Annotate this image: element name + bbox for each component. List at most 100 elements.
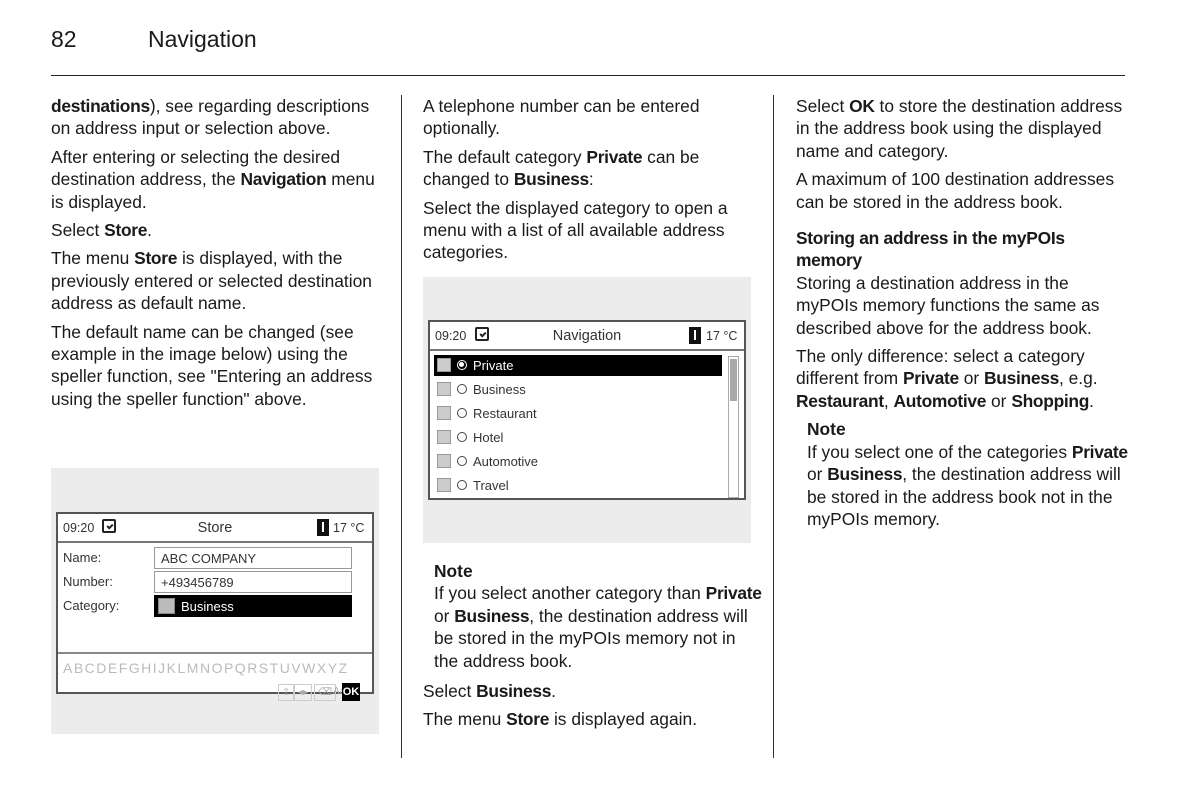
status-bar: 09:20 Store 17 °C bbox=[58, 514, 372, 543]
paragraph: Select Business. bbox=[423, 680, 763, 702]
radio-button-icon[interactable] bbox=[457, 408, 467, 418]
bold-term: Automotive bbox=[893, 390, 987, 411]
text: , e.g. bbox=[1058, 368, 1098, 389]
bold-term: Store bbox=[104, 220, 148, 241]
column-divider-2 bbox=[773, 95, 774, 758]
thermometer-icon bbox=[689, 327, 701, 344]
bold-term: Private bbox=[902, 368, 959, 389]
paragraph: Storing a destination address in the myP… bbox=[796, 272, 1100, 338]
radio-button-icon[interactable] bbox=[457, 456, 467, 466]
shift-key[interactable]: ⇧ bbox=[278, 684, 295, 701]
bold-term: Store bbox=[134, 248, 178, 269]
category-item-business[interactable]: Business bbox=[434, 379, 722, 400]
text: The menu bbox=[423, 709, 507, 730]
name-field-row: Name: ABC COMPANY bbox=[63, 547, 363, 569]
name-input[interactable]: ABC COMPANY bbox=[154, 547, 352, 569]
speller-alphabet[interactable]: ABCDEFGHIJKLMNOPQRSTUVWXYZ bbox=[63, 660, 349, 676]
bold-term: Business bbox=[476, 681, 552, 702]
radio-button-icon[interactable] bbox=[457, 360, 467, 370]
paragraph: Select the displayed category to open a … bbox=[423, 197, 728, 263]
category-field-row: Category: Business bbox=[63, 595, 363, 617]
paragraph: The menu Store is displayed again. bbox=[423, 708, 763, 730]
cursor-keys[interactable]: ◂▸ bbox=[294, 684, 313, 701]
category-select[interactable]: Business bbox=[154, 595, 352, 617]
bold-term: Store bbox=[506, 709, 550, 730]
text: The menu bbox=[51, 248, 135, 269]
bold-term: Business bbox=[984, 368, 1059, 389]
hotel-category-icon bbox=[437, 430, 451, 444]
paragraph: Select Store. bbox=[51, 219, 386, 241]
name-label: Name: bbox=[63, 550, 102, 565]
thermometer-icon bbox=[317, 519, 329, 536]
text: If you select another category than bbox=[434, 583, 706, 604]
column-2-lower: Note If you select another category than… bbox=[423, 560, 763, 737]
automotive-category-icon bbox=[437, 454, 451, 468]
category-label: Restaurant bbox=[473, 406, 537, 421]
number-field-row: Number: +493456789 bbox=[63, 571, 363, 593]
note-block: Note If you select another category than… bbox=[434, 560, 763, 672]
paragraph: A maximum of 100 destination addresses c… bbox=[796, 169, 1115, 212]
bold-term: Business bbox=[827, 464, 903, 485]
column-2: A telephone number can be entered option… bbox=[423, 95, 763, 270]
paragraph: Select OK to store the destination addre… bbox=[796, 95, 1131, 162]
text: . bbox=[1089, 390, 1094, 411]
status-bar: 09:20 Navigation 17 °C bbox=[430, 322, 744, 351]
header-rule bbox=[51, 75, 1125, 76]
scroll-thumb[interactable] bbox=[730, 359, 737, 401]
paragraph: After entering or selecting the desired … bbox=[51, 146, 386, 213]
paragraph: The default name can be changed (see exa… bbox=[51, 321, 373, 409]
note-title: Note bbox=[807, 419, 846, 440]
category-label: Automotive bbox=[473, 454, 539, 469]
bold-term: Business bbox=[454, 605, 530, 626]
column-3: Select OK to store the destination addre… bbox=[796, 95, 1131, 538]
text: Select bbox=[51, 220, 105, 241]
category-item-restaurant[interactable]: Restaurant bbox=[434, 403, 722, 424]
category-label: Hotel bbox=[473, 430, 504, 445]
category-item-automotive[interactable]: Automotive bbox=[434, 451, 722, 472]
number-input[interactable]: +493456789 bbox=[154, 571, 352, 593]
paragraph: The menu Store is displayed, with the pr… bbox=[51, 247, 386, 314]
text: : bbox=[588, 169, 594, 190]
category-label: Travel bbox=[473, 478, 509, 493]
paragraph: destinations), see regarding description… bbox=[51, 95, 386, 140]
category-screen: 09:20 Navigation 17 °C Private Business Re… bbox=[428, 320, 746, 500]
bold-term: Private bbox=[705, 583, 762, 604]
scrollbar[interactable] bbox=[728, 356, 739, 498]
bold-term: destinations bbox=[51, 96, 150, 116]
temperature: 17 °C bbox=[333, 521, 365, 535]
text: is displayed again. bbox=[549, 709, 698, 730]
category-item-private[interactable]: Private bbox=[434, 355, 722, 376]
text: Select bbox=[796, 96, 850, 116]
ok-button[interactable]: OK bbox=[342, 683, 360, 701]
restaurant-category-icon bbox=[437, 406, 451, 420]
subheading: Storing an address in the myPOIs memory bbox=[796, 228, 1065, 271]
number-label: Number: bbox=[63, 574, 113, 589]
text: . bbox=[147, 220, 152, 241]
column-1: destinations), see regarding description… bbox=[51, 95, 386, 416]
category-item-travel[interactable]: Travel bbox=[434, 475, 722, 496]
travel-category-icon bbox=[437, 478, 451, 492]
radio-button-icon[interactable] bbox=[457, 480, 467, 490]
category-label: Business bbox=[473, 382, 526, 397]
page-number: 82 bbox=[51, 26, 77, 52]
bold-term: Shopping bbox=[1011, 390, 1090, 411]
temperature: 17 °C bbox=[706, 329, 738, 343]
bold-term: Private bbox=[586, 146, 643, 167]
bold-term: Private bbox=[1071, 441, 1128, 462]
text: or bbox=[434, 605, 455, 626]
text: If you select one of the categories bbox=[807, 441, 1072, 462]
text: The default category bbox=[423, 146, 587, 167]
paragraph: A telephone number can be entered option… bbox=[423, 96, 700, 139]
text: or bbox=[807, 464, 828, 485]
text: or bbox=[958, 368, 985, 389]
text: . bbox=[551, 681, 556, 702]
business-category-icon bbox=[158, 598, 175, 614]
category-label: Private bbox=[473, 358, 514, 373]
radio-button-icon[interactable] bbox=[457, 384, 467, 394]
category-item-hotel[interactable]: Hotel bbox=[434, 427, 722, 448]
column-divider-1 bbox=[401, 95, 402, 758]
text: or bbox=[986, 390, 1012, 411]
radio-button-icon[interactable] bbox=[457, 432, 467, 442]
category-label: Category: bbox=[63, 598, 120, 613]
bold-term: OK bbox=[849, 96, 875, 116]
